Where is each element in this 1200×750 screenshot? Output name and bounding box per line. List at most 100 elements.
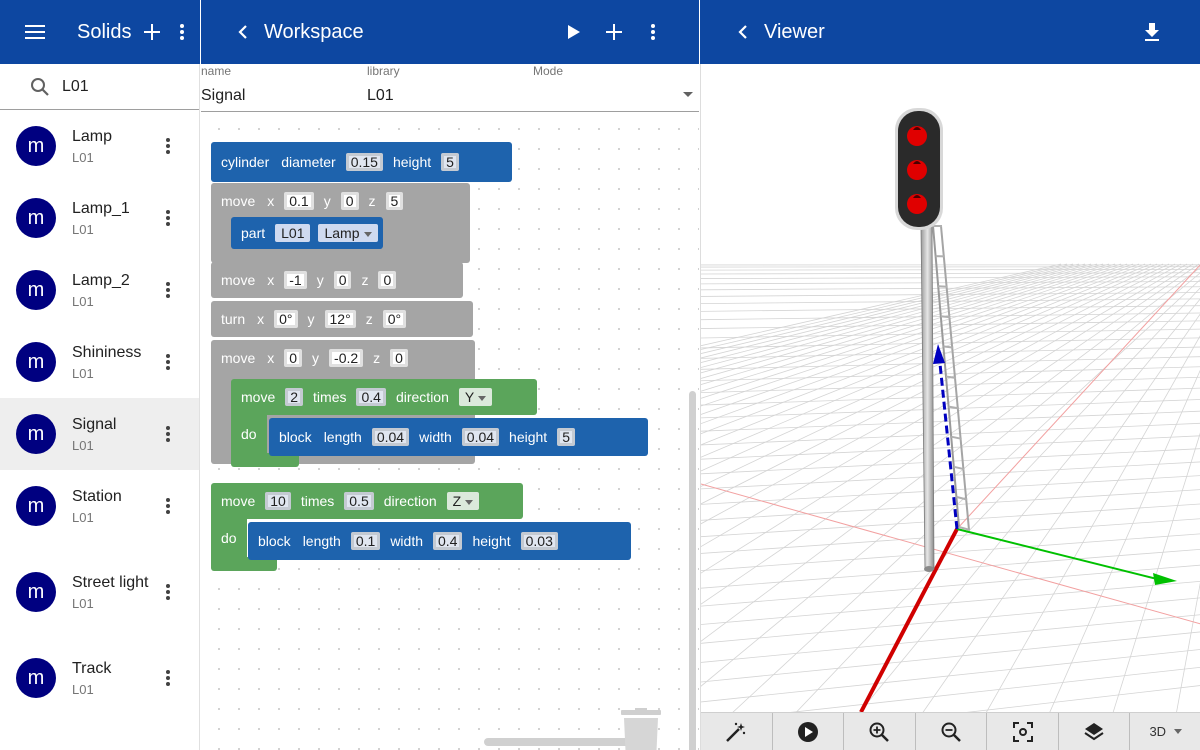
solid-library: L01 bbox=[72, 366, 94, 381]
solid-library: L01 bbox=[72, 682, 94, 697]
count-input[interactable]: 10 bbox=[265, 492, 291, 510]
block-block-2[interactable]: block length 0.1 width 0.4 height 0.03 bbox=[248, 522, 631, 560]
height-input[interactable]: 5 bbox=[557, 428, 575, 446]
workspace-vertical-scrollbar[interactable] bbox=[689, 391, 696, 750]
x-input[interactable]: 0.1 bbox=[284, 192, 314, 210]
solid-name: Lamp bbox=[72, 128, 113, 145]
solid-item-more-button[interactable] bbox=[165, 137, 171, 155]
fit-view-button[interactable] bbox=[987, 713, 1059, 750]
solid-list-item[interactable]: m Track L01 bbox=[0, 642, 199, 714]
repeat-move-block-1[interactable]: move 2 times 0.4 direction Y bbox=[231, 379, 537, 415]
x-input[interactable]: 0 bbox=[284, 349, 303, 367]
solid-list-item[interactable]: m Street light L01 bbox=[0, 542, 199, 642]
x-input[interactable]: 0° bbox=[274, 310, 298, 328]
repeat-do-arm-2: do bbox=[211, 519, 247, 557]
z-input[interactable]: 0 bbox=[378, 271, 397, 289]
solid-item-more-button[interactable] bbox=[165, 583, 171, 601]
chevron-down-icon bbox=[683, 92, 693, 97]
part-name-dropdown[interactable]: Lamp bbox=[318, 224, 378, 242]
blockly-canvas[interactable]: cylinder diameter 0.15 height 5 move x 0… bbox=[201, 113, 699, 750]
viewer-panel[interactable]: 3D bbox=[700, 64, 1200, 750]
part-library-input[interactable]: L01 bbox=[275, 224, 311, 242]
y-input[interactable]: 0 bbox=[333, 271, 352, 289]
part-block[interactable]: part L01 Lamp bbox=[231, 217, 383, 249]
solid-item-text: Track L01 bbox=[72, 657, 162, 699]
magic-wand-button[interactable] bbox=[701, 713, 773, 750]
solid-list-item[interactable]: m Lamp_2 L01 bbox=[0, 254, 199, 326]
direction-dropdown[interactable]: Z bbox=[446, 492, 480, 510]
trash-icon[interactable] bbox=[621, 708, 661, 750]
z-input[interactable]: 5 bbox=[385, 192, 404, 210]
mode-field-label: Mode bbox=[533, 64, 564, 78]
chevron-down-icon bbox=[363, 231, 372, 237]
solid-item-more-button[interactable] bbox=[165, 497, 171, 515]
zoom-out-button[interactable] bbox=[916, 713, 988, 750]
height-keyword: height bbox=[472, 533, 511, 549]
width-input[interactable]: 0.4 bbox=[433, 532, 463, 550]
library-field[interactable]: library L01 bbox=[367, 64, 400, 105]
height-input[interactable]: 0.03 bbox=[520, 532, 558, 550]
move-label: move bbox=[241, 389, 276, 405]
move-block-2[interactable]: move x -1 y 0 z 0 bbox=[211, 262, 463, 298]
repeat-move-block-2[interactable]: move 10 times 0.5 direction Z bbox=[211, 483, 523, 519]
solid-item-more-button[interactable] bbox=[165, 669, 171, 687]
solids-more-button[interactable] bbox=[179, 23, 185, 41]
z-input[interactable]: 0 bbox=[390, 349, 408, 367]
solid-item-more-button[interactable] bbox=[165, 425, 171, 443]
y-input[interactable]: 0 bbox=[340, 192, 359, 210]
y-input[interactable]: 12° bbox=[324, 310, 356, 328]
name-field-label: name bbox=[201, 64, 232, 78]
mode-select[interactable]: Mode bbox=[533, 64, 699, 112]
play-button[interactable] bbox=[773, 713, 845, 750]
solid-list-item[interactable]: m Lamp L01 bbox=[0, 110, 199, 182]
zoom-in-button[interactable] bbox=[844, 713, 916, 750]
y-keyword: y bbox=[316, 272, 324, 288]
plus-icon bbox=[605, 24, 622, 40]
avatar: m bbox=[16, 342, 56, 382]
part-label: part bbox=[241, 225, 266, 241]
layers-button[interactable] bbox=[1059, 713, 1131, 750]
workspace-more-button[interactable] bbox=[650, 23, 656, 41]
solids-appbar: Solids bbox=[0, 0, 200, 64]
step-input[interactable]: 0.4 bbox=[356, 388, 386, 406]
name-field[interactable]: name Signal bbox=[201, 64, 245, 105]
turn-block[interactable]: turn x 0° y 12° z 0° bbox=[211, 301, 473, 337]
y-input[interactable]: -0.2 bbox=[329, 349, 364, 367]
step-input[interactable]: 0.5 bbox=[344, 492, 374, 510]
view-mode-value: 3D bbox=[1149, 724, 1167, 739]
direction-dropdown[interactable]: Y bbox=[458, 388, 493, 406]
run-button[interactable] bbox=[567, 24, 581, 40]
workspace-back-button[interactable] bbox=[238, 24, 248, 40]
z-input[interactable]: 0° bbox=[382, 310, 407, 328]
cylinder-block[interactable]: cylinder diameter 0.15 height 5 bbox=[211, 142, 512, 182]
y-keyword: y bbox=[312, 350, 320, 366]
solid-list-item[interactable]: m Station L01 bbox=[0, 470, 199, 542]
direction-keyword: direction bbox=[395, 389, 449, 405]
diameter-input[interactable]: 0.15 bbox=[345, 153, 383, 171]
x-input[interactable]: -1 bbox=[284, 271, 307, 289]
solid-item-text: Shininess L01 bbox=[72, 341, 162, 383]
add-solid-button[interactable] bbox=[143, 23, 161, 41]
workspace-add-button[interactable] bbox=[605, 24, 622, 40]
solid-item-more-button[interactable] bbox=[165, 209, 171, 227]
3d-scene[interactable] bbox=[701, 64, 1200, 750]
width-input[interactable]: 0.04 bbox=[461, 428, 500, 446]
solid-list-item[interactable]: m Signal L01 bbox=[0, 398, 199, 470]
download-button[interactable] bbox=[1143, 22, 1161, 42]
view-mode-select[interactable]: 3D bbox=[1130, 713, 1200, 750]
kebab-icon bbox=[166, 282, 170, 298]
length-input[interactable]: 0.1 bbox=[350, 532, 381, 550]
block-block-1[interactable]: block length 0.04 width 0.04 height 5 bbox=[269, 418, 648, 456]
solid-item-more-button[interactable] bbox=[165, 353, 171, 371]
viewer-back-button[interactable] bbox=[738, 24, 748, 40]
menu-icon[interactable] bbox=[24, 24, 48, 40]
solid-item-more-button[interactable] bbox=[165, 281, 171, 299]
search-input[interactable]: L01 bbox=[62, 78, 89, 96]
search-bar[interactable]: L01 bbox=[0, 64, 199, 110]
solid-list-item[interactable]: m Lamp_1 L01 bbox=[0, 182, 199, 254]
count-input[interactable]: 2 bbox=[285, 388, 304, 406]
height-input[interactable]: 5 bbox=[441, 153, 459, 171]
workspace-horizontal-scrollbar[interactable] bbox=[484, 738, 634, 746]
solid-list-item[interactable]: m Shininess L01 bbox=[0, 326, 199, 398]
length-input[interactable]: 0.04 bbox=[371, 428, 410, 446]
